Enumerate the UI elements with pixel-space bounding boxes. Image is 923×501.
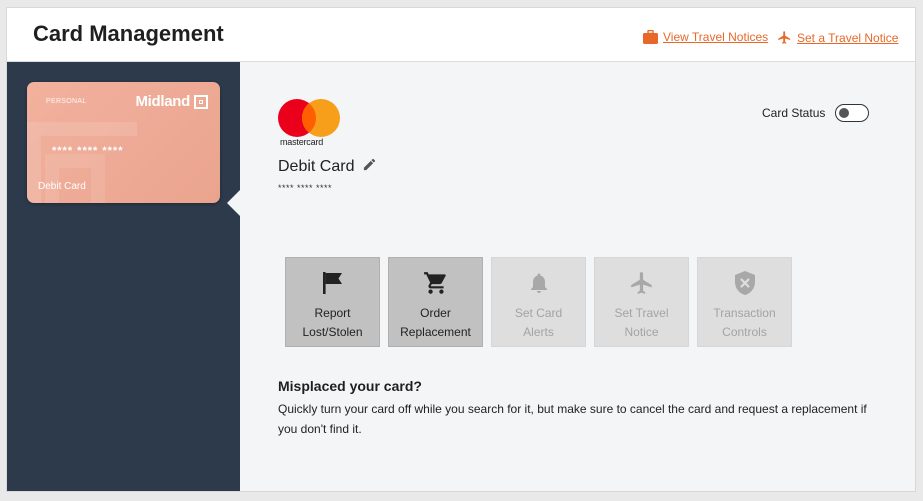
brand-name: Midland [135, 93, 190, 110]
misplaced-card-heading: Misplaced your card? [278, 378, 422, 394]
card-actions: Report Lost/Stolen Order Replacement Set… [285, 257, 792, 347]
controls-line1: Transaction [713, 306, 776, 320]
view-travel-notices-link[interactable]: View Travel Notices [643, 30, 768, 44]
card-management-panel: Card Management View Travel Notices Set … [6, 7, 916, 492]
transaction-controls-button[interactable]: Transaction Controls [697, 257, 792, 347]
midland-mark-icon [194, 94, 208, 109]
card-name-heading: Debit Card [278, 157, 377, 177]
set-card-alerts-button[interactable]: Set Card Alerts [491, 257, 586, 347]
report-lost-stolen-button[interactable]: Report Lost/Stolen [285, 257, 380, 347]
mastercard-wordmark: mastercard [280, 137, 324, 147]
order-line2: Replacement [400, 325, 471, 339]
card-list-sidebar: PERSONAL Midland **** **** **** Debit Ca… [7, 62, 240, 491]
travel-line1: Set Travel [614, 306, 669, 320]
controls-line2: Controls [722, 325, 767, 339]
selected-card-pointer [227, 190, 240, 216]
order-line1: Order [420, 306, 451, 320]
order-replacement-button[interactable]: Order Replacement [388, 257, 483, 347]
report-line1: Report [314, 306, 351, 320]
briefcase-icon [643, 30, 658, 44]
set-travel-notice-label: Set a Travel Notice [797, 30, 899, 45]
cart-icon [422, 268, 450, 298]
card-status-toggle[interactable] [835, 104, 870, 122]
page-header: Card Management View Travel Notices Set … [7, 8, 915, 62]
pencil-icon[interactable] [362, 157, 377, 177]
debit-card-thumbnail[interactable]: PERSONAL Midland **** **** **** Debit Ca… [27, 82, 220, 203]
misplaced-card-text: Quickly turn your card off while you sea… [278, 402, 867, 436]
set-travel-notice-link[interactable]: Set a Travel Notice [777, 30, 898, 45]
shield-x-icon [734, 268, 756, 298]
card-name-text: Debit Card [278, 158, 355, 175]
report-line2: Lost/Stolen [302, 325, 363, 339]
card-detail-panel: mastercard Debit Card **** **** **** Car… [240, 62, 915, 491]
midland-logo: Midland [135, 93, 208, 110]
toggle-knob [839, 107, 850, 118]
bell-icon [527, 268, 551, 298]
alerts-line1: Set Card [514, 306, 563, 320]
view-travel-notices-label: View Travel Notices [663, 30, 769, 44]
card-status: Card Status [762, 104, 870, 122]
card-watermark-inner [45, 154, 105, 203]
page-title: Card Management [33, 21, 224, 46]
card-detail-masked-number: **** **** **** [278, 183, 333, 193]
card-status-label: Card Status [762, 106, 826, 120]
alerts-line2: Alerts [523, 325, 554, 339]
set-travel-notice-button[interactable]: Set Travel Notice [594, 257, 689, 347]
flag-icon [322, 268, 344, 298]
card-masked-number: **** **** **** [52, 145, 124, 157]
card-type-label: PERSONAL [46, 98, 87, 105]
airplane-icon [777, 30, 792, 45]
card-name-label: Debit Card [38, 181, 86, 192]
airplane-icon [629, 268, 655, 298]
travel-line2: Notice [624, 325, 659, 339]
